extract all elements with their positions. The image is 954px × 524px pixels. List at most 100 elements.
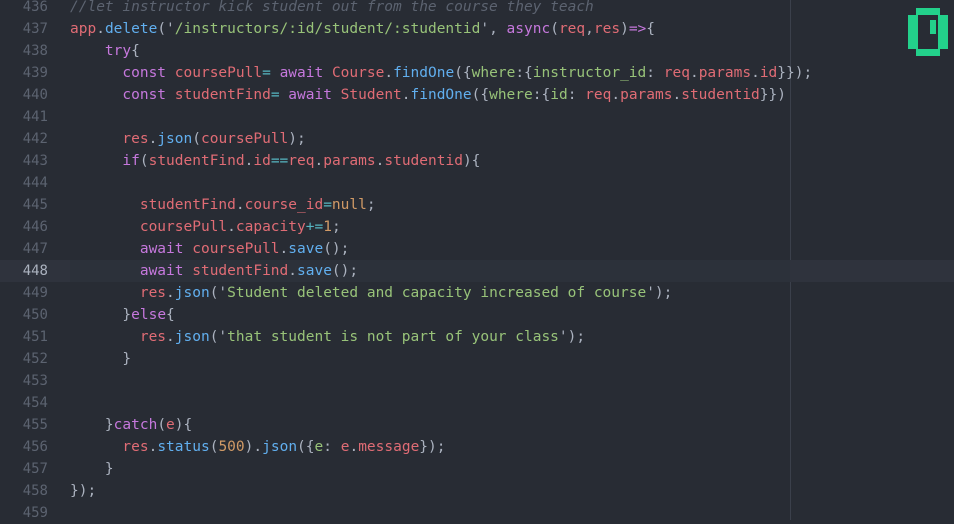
- line-number: 443: [22, 153, 48, 169]
- code-text: const coursePull= await Course.findOne({…: [70, 62, 812, 84]
- code-line[interactable]: 456 res.status(500).json({e: e.message})…: [0, 436, 954, 458]
- code-token: req: [288, 153, 315, 169]
- code-token: (': [209, 329, 228, 345]
- code-token: ;: [331, 219, 341, 235]
- status-icon-bottom-bar: [916, 49, 940, 56]
- code-line[interactable]: 441: [0, 106, 954, 128]
- code-status-icon[interactable]: [906, 6, 950, 58]
- code-token: instructor_id: [532, 65, 647, 81]
- code-token: .: [288, 263, 297, 279]
- line-number: 437: [22, 21, 48, 37]
- code-token: ({: [454, 65, 472, 81]
- code-line[interactable]: 452 }: [0, 348, 954, 370]
- code-line[interactable]: 439 const coursePull= await Course.findO…: [0, 62, 954, 84]
- code-token: Student deleted and capacity increased o…: [227, 285, 647, 301]
- code-token: (: [192, 131, 201, 147]
- code-token: });: [419, 439, 446, 455]
- code-token: params: [698, 65, 752, 81]
- code-token: async: [506, 21, 551, 37]
- code-token: {: [166, 307, 175, 323]
- code-token: ');: [646, 285, 673, 301]
- code-text: res.json('that student is not part of yo…: [70, 326, 585, 348]
- code-line[interactable]: 443 if(studentFind.id==req.params.studen…: [0, 150, 954, 172]
- code-token: =: [323, 197, 332, 213]
- code-token: .: [314, 153, 324, 169]
- code-token: json: [157, 131, 193, 147]
- code-token: :: [323, 439, 341, 455]
- code-token: .: [384, 65, 394, 81]
- code-line[interactable]: 449 res.json('Student deleted and capaci…: [0, 282, 954, 304]
- code-token: req: [558, 21, 586, 37]
- code-token: await: [139, 241, 193, 257]
- code-line[interactable]: 442 res.json(coursePull);: [0, 128, 954, 150]
- code-line[interactable]: 436 //let instructor kick student out fro…: [0, 0, 954, 18]
- code-line[interactable]: 453: [0, 370, 954, 392]
- line-number: 450: [22, 307, 48, 323]
- code-line[interactable]: 447 await coursePull.save();: [0, 238, 954, 260]
- line-number: 438: [22, 43, 48, 59]
- code-token: ();: [323, 241, 350, 257]
- code-token: studentFind: [192, 263, 289, 279]
- code-token: ,: [585, 21, 594, 37]
- code-token: null: [331, 197, 367, 213]
- code-text: }else{: [70, 304, 175, 326]
- code-token: res: [139, 285, 167, 301]
- code-line-active[interactable]: 448 await studentFind.save();: [0, 260, 954, 282]
- code-line[interactable]: 455 }catch(e){: [0, 414, 954, 436]
- code-text: studentFind.course_id=null;: [70, 194, 376, 216]
- code-text: res.json('Student deleted and capacity i…: [70, 282, 673, 304]
- code-line[interactable]: 459: [0, 502, 954, 524]
- code-token: ;: [366, 197, 376, 213]
- code-text: res.status(500).json({e: e.message});: [70, 436, 446, 458]
- code-line[interactable]: 438 try{: [0, 40, 954, 62]
- code-line[interactable]: 440 const studentFind= await Student.fin…: [0, 84, 954, 106]
- code-token: status: [157, 439, 210, 455]
- code-token: ){: [174, 417, 193, 433]
- code-token: .: [349, 439, 359, 455]
- code-line[interactable]: 450 }else{: [0, 304, 954, 326]
- code-token: .: [751, 65, 760, 81]
- code-token: ){: [462, 153, 481, 169]
- code-token: save: [288, 241, 324, 257]
- code-line[interactable]: 445 studentFind.course_id=null;: [0, 194, 954, 216]
- code-line[interactable]: 458});: [0, 480, 954, 502]
- code-token: json: [174, 329, 210, 345]
- line-number: 456: [22, 439, 48, 455]
- code-token: params: [620, 87, 673, 103]
- code-token: studentid: [384, 153, 463, 169]
- line-number: 440: [22, 87, 48, 103]
- code-token: ',: [480, 21, 507, 37]
- code-token: await: [288, 87, 341, 103]
- line-number: 459: [22, 505, 48, 521]
- code-editor[interactable]: 436 //let instructor kick student out fro…: [0, 0, 954, 521]
- code-token: id: [550, 87, 568, 103]
- line-number: 442: [22, 131, 48, 147]
- code-text: coursePull.capacity+=1;: [70, 216, 341, 238]
- status-icon-right-bar: [938, 15, 948, 49]
- code-line[interactable]: 451 res.json('that student is not part o…: [0, 326, 954, 348]
- code-token: id: [759, 65, 778, 81]
- code-line[interactable]: 454: [0, 392, 954, 414]
- code-token: .: [227, 219, 236, 235]
- code-line[interactable]: 446 coursePull.capacity+=1;: [0, 216, 954, 238]
- code-token: const: [122, 87, 175, 103]
- line-number: 441: [22, 109, 48, 125]
- code-line[interactable]: 444: [0, 172, 954, 194]
- code-text: await studentFind.save();: [70, 260, 358, 282]
- code-token: coursePull: [139, 219, 228, 235]
- code-token: +=: [305, 219, 324, 235]
- code-text: const studentFind= await Student.findOne…: [70, 84, 786, 106]
- code-token: =>: [628, 21, 647, 37]
- code-token: (: [157, 417, 167, 433]
- code-line[interactable]: 457 }: [0, 458, 954, 480]
- code-line[interactable]: 437 app.delete('/instructors/:id/student/…: [0, 18, 954, 40]
- code-token: catch: [113, 417, 158, 433]
- code-token: ).: [244, 439, 263, 455]
- code-token: where: [471, 65, 516, 81]
